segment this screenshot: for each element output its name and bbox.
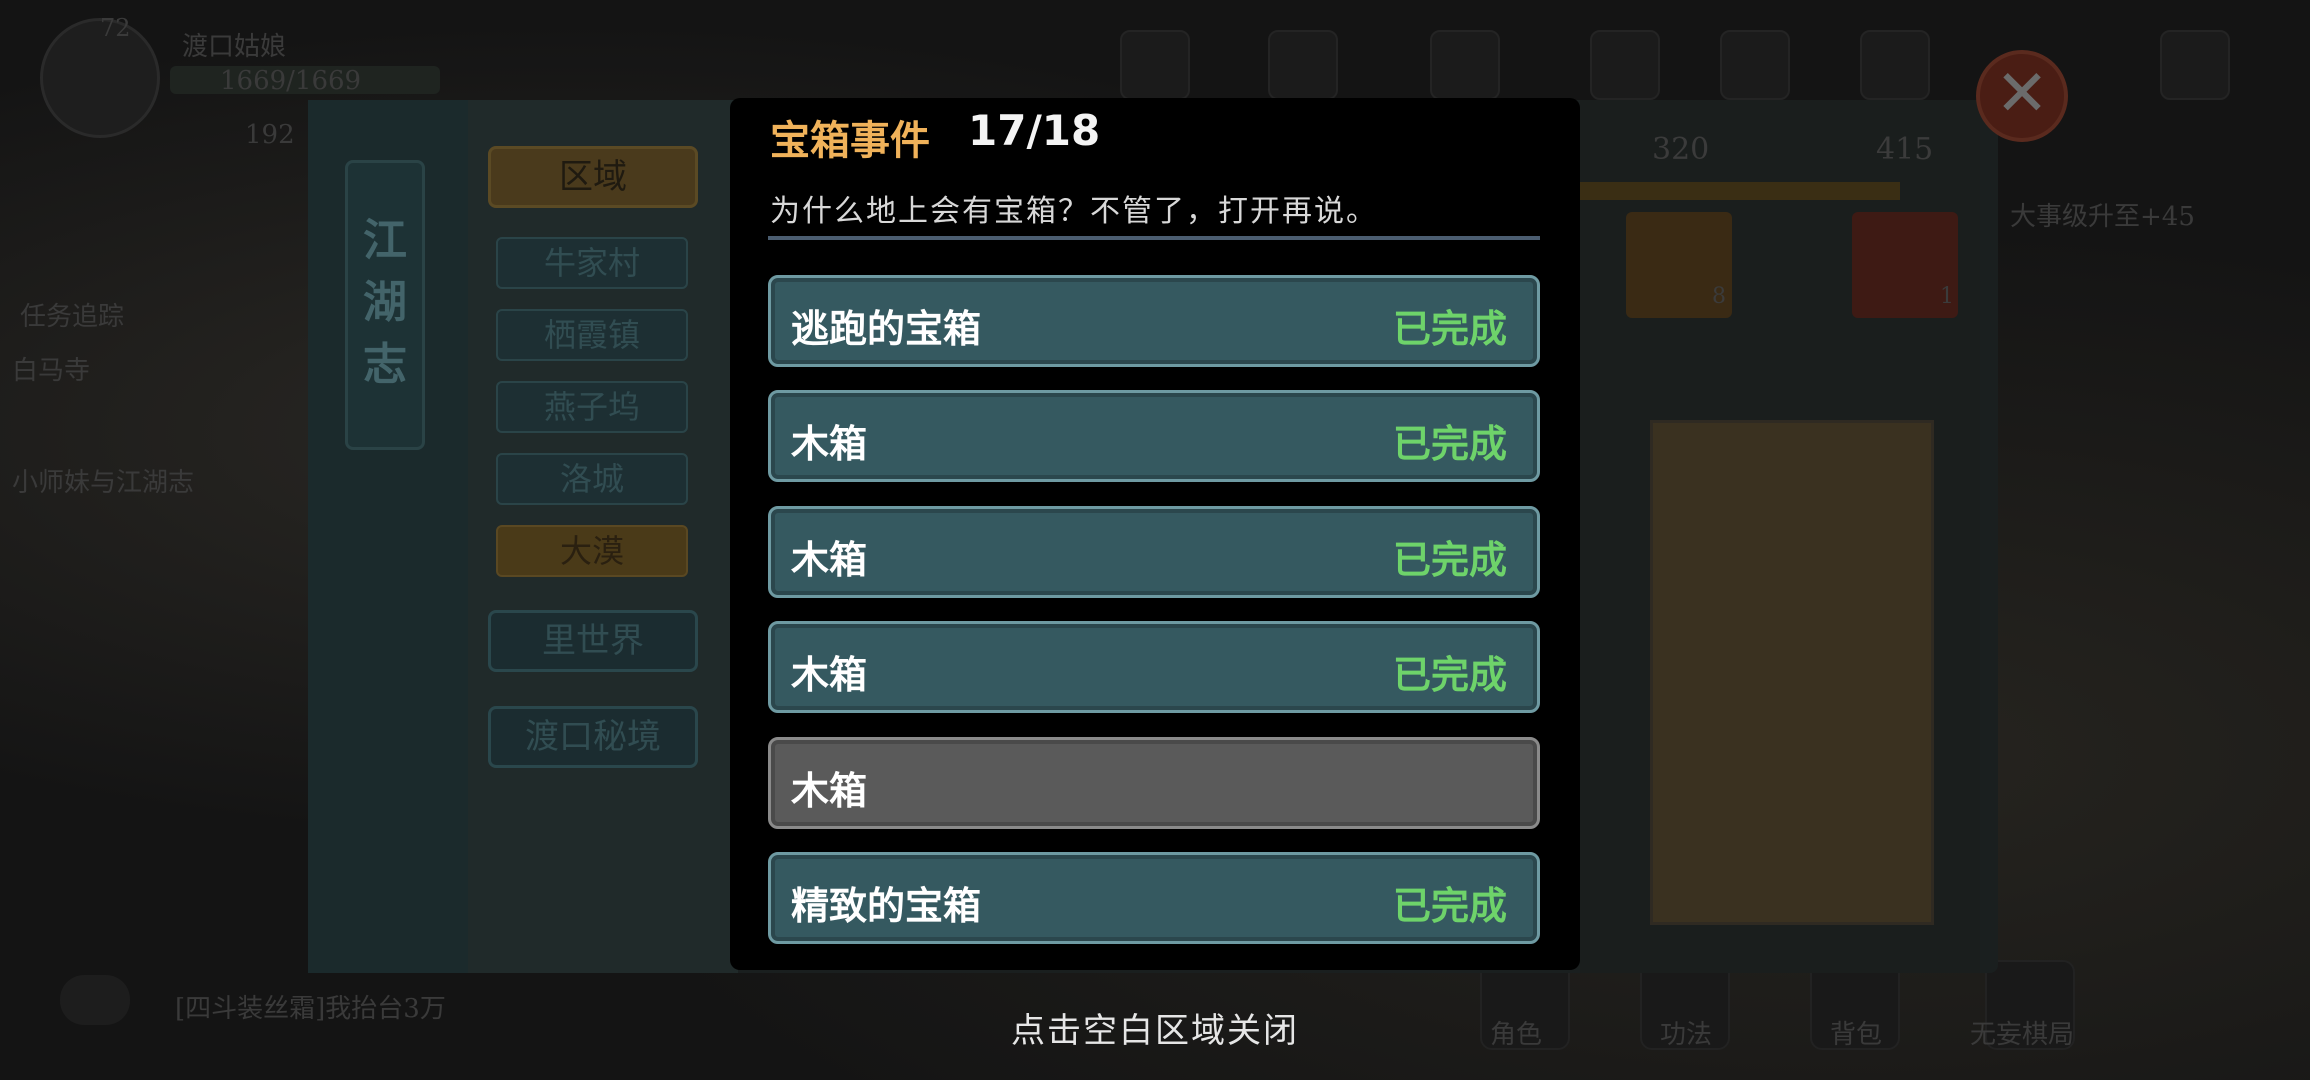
close-icon[interactable]: ✕ (1976, 50, 2068, 142)
tap-to-close-hint[interactable]: 点击空白区域关闭 (0, 1003, 2310, 1052)
event-row[interactable]: 木箱 已完成 (768, 621, 1540, 713)
stat-value-2: 415 (1876, 132, 1934, 167)
player-name: 渡口姑娘 (182, 32, 287, 62)
event-status: 已完成 (1392, 306, 1507, 351)
dialog-description: 为什么地上会有宝箱？不管了，打开再说。 (770, 194, 1378, 229)
menu-icon-7[interactable] (2160, 30, 2230, 100)
hp-value: 1669/1669 (220, 66, 362, 96)
event-name: 逃跑的宝箱 (791, 306, 982, 351)
dialog-divider (768, 236, 1540, 240)
menu-icon-2[interactable] (1268, 30, 1338, 100)
reward-card-2-count: 1 (1940, 284, 1954, 309)
event-name: 木箱 (791, 421, 868, 466)
event-name: 木箱 (791, 652, 868, 697)
stat-value-1: 320 (1652, 132, 1710, 167)
menu-icon-4[interactable] (1590, 30, 1660, 100)
quest-item-1[interactable]: 白马寺 (12, 350, 90, 387)
region-tab-dukou-secret[interactable]: 渡口秘境 (488, 706, 698, 768)
progress-bar (1580, 182, 1900, 200)
event-name: 木箱 (791, 768, 868, 813)
menu-icon-6[interactable] (1860, 30, 1930, 100)
event-status: 已完成 (1392, 883, 1507, 928)
currency-value: 192 (245, 120, 295, 150)
quest-item-2[interactable]: 小师妹与江湖志 (12, 462, 194, 499)
event-row[interactable]: 木箱 (768, 737, 1540, 829)
region-map-image[interactable] (1650, 420, 1934, 925)
event-name: 木箱 (791, 537, 868, 582)
journal-title: 江湖志 (363, 215, 407, 390)
event-row[interactable]: 木箱 已完成 (768, 390, 1540, 482)
event-row[interactable]: 逃跑的宝箱 已完成 (768, 275, 1540, 367)
region-tab-luocheng[interactable]: 洛城 (496, 453, 688, 505)
dialog-title: 宝箱事件 (770, 117, 930, 164)
region-tab-qixiazhen[interactable]: 栖霞镇 (496, 309, 688, 361)
menu-icon-1[interactable] (1120, 30, 1190, 100)
event-name: 精致的宝箱 (791, 883, 982, 928)
reward-card-1-count: 8 (1712, 284, 1726, 309)
event-status: 已完成 (1392, 652, 1507, 697)
menu-icon-5[interactable] (1720, 30, 1790, 100)
event-row[interactable]: 木箱 已完成 (768, 506, 1540, 598)
region-tab-niujiacun[interactable]: 牛家村 (496, 237, 688, 289)
player-level: 72 (100, 14, 131, 42)
region-tab-damo[interactable]: 大漠 (496, 525, 688, 577)
region-header[interactable]: 区域 (488, 146, 698, 208)
region-tab-inner-world[interactable]: 里世界 (488, 610, 698, 672)
region-tab-yanziwu[interactable]: 燕子坞 (496, 381, 688, 433)
side-notice: 大事级升至+45 (2010, 202, 2195, 232)
event-status: 已完成 (1392, 537, 1507, 582)
quest-tracker-header: 任务追踪 (20, 302, 125, 332)
dialog-progress-count: 17/18 (968, 106, 1101, 155)
event-status: 已完成 (1392, 421, 1507, 466)
menu-icon-3[interactable] (1430, 30, 1500, 100)
event-row[interactable]: 精致的宝箱 已完成 (768, 852, 1540, 944)
